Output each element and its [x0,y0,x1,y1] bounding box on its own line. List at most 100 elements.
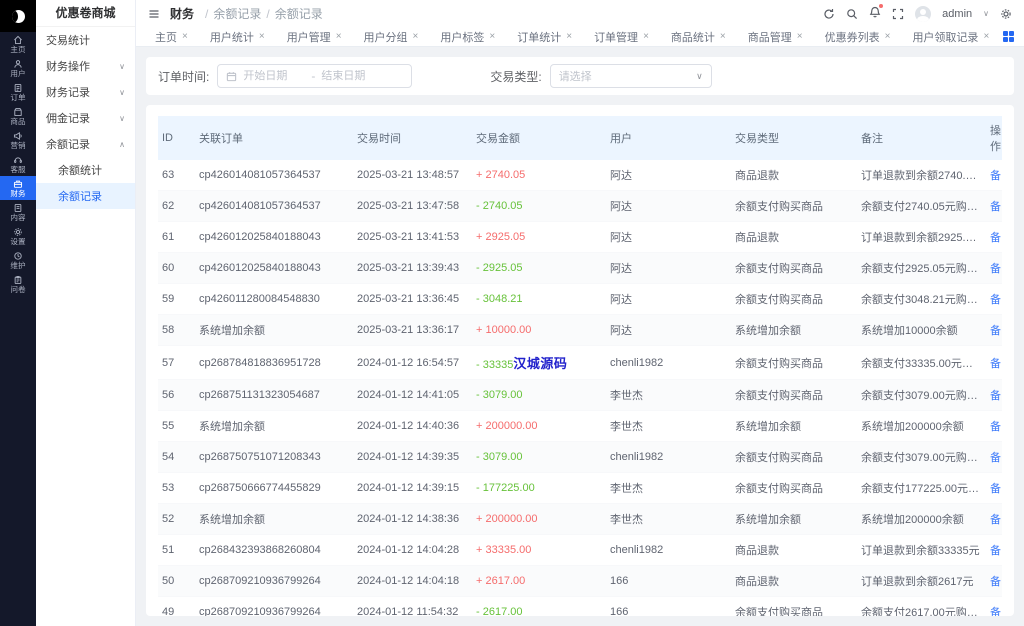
refresh-icon[interactable] [823,8,835,20]
tab-用户分组[interactable]: 用户分组× [355,27,428,47]
tab-主页[interactable]: 主页× [146,27,197,47]
tab-label: 订单管理 [594,29,638,45]
hamburger-icon[interactable] [148,8,160,20]
sidebar-item-settings[interactable]: 设置 [0,224,36,248]
close-icon[interactable]: × [643,31,649,42]
cell-time: 2025-03-21 13:36:17 [353,315,472,346]
close-icon[interactable]: × [720,31,726,42]
cell-order: 系统增加余额 [195,411,353,442]
close-icon[interactable]: × [885,31,891,42]
chevron-down-icon[interactable]: ∨ [983,9,989,18]
submenu-item[interactable]: 余额统计 [36,157,135,183]
close-icon[interactable]: × [336,31,342,42]
submenu-item[interactable]: 财务记录∨ [36,79,135,105]
remark-link[interactable]: 备注 [990,358,1002,370]
fullscreen-icon[interactable] [892,8,904,20]
secondary-nav: 交易统计财务操作∨财务记录∨佣金记录∨余额记录∧余额统计余额记录 [36,27,135,209]
survey-icon [13,275,23,285]
close-icon[interactable]: × [259,31,265,42]
chevron-down-icon: ∨ [119,88,125,97]
tab-bar: 主页×用户统计×用户管理×用户分组×用户标签×订单统计×订单管理×商品统计×商品… [136,27,1024,47]
cell-order: cp268750666774455829 [195,473,353,504]
user-avatar[interactable] [915,6,931,22]
amount-value: + 10000.00 [476,324,531,336]
remark-link[interactable]: 备注 [990,607,1002,616]
tab-优惠券列表[interactable]: 优惠券列表 × [816,27,900,47]
cell-id: 55 [158,411,195,442]
submenu-item[interactable]: 佣金记录∨ [36,105,135,131]
close-icon[interactable]: × [182,31,188,42]
username[interactable]: admin [942,8,972,20]
app-logo[interactable] [0,0,36,32]
sidebar-item-marketing[interactable]: 营销 [0,128,36,152]
submenu-item[interactable]: 交易统计 [36,27,135,53]
notifications-bell-icon[interactable] [869,6,881,21]
tab-商品管理[interactable]: 商品管理× [739,27,812,47]
close-icon[interactable]: × [413,31,419,42]
remark-link[interactable]: 备注 [990,452,1002,464]
remark-link[interactable]: 备注 [990,545,1002,557]
cell-order: cp426012025840188043 [195,253,353,284]
tab-layout-grid-icon[interactable] [1003,31,1014,42]
tab-label: 优惠券列表 [825,29,880,45]
cell-time: 2025-03-21 13:36:45 [353,284,472,315]
remark-link[interactable]: 备注 [990,514,1002,526]
sidebar-item-content[interactable]: 内容 [0,200,36,224]
sidebar-item-maintain[interactable]: 维护 [0,248,36,272]
sidebar-item-orders[interactable]: 订单 [0,80,36,104]
tab-用户标签[interactable]: 用户标签× [431,27,504,47]
remark-link[interactable]: 备注 [990,390,1002,402]
remark-link[interactable]: 备注 [990,263,1002,275]
logo-moon-icon [12,10,25,23]
submenu-item[interactable]: 余额记录∧ [36,131,135,157]
tab-label: 用户统计 [210,29,254,45]
cell-remark: 余额支付3079.00元购买商品 [857,380,986,411]
table-row: 50cp2687092109367992642024-01-12 14:04:1… [158,566,1002,597]
submenu-item[interactable]: 财务操作∨ [36,53,135,79]
trade-type-select[interactable]: 请选择 ∨ [550,64,712,88]
tab-用户统计[interactable]: 用户统计 × [201,27,274,47]
remark-link[interactable]: 备注 [990,483,1002,495]
amount-value: - 2617.00 [476,606,522,616]
cell-order: 系统增加余额 [195,504,353,535]
cell-time: 2024-01-12 14:04:18 [353,566,472,597]
cell-remark: 余额支付2617.00元购买商品 [857,597,986,617]
sidebar-item-service[interactable]: 客服 [0,152,36,176]
sidebar-item-home[interactable]: 主页 [0,32,36,56]
remark-link[interactable]: 备注 [990,325,1002,337]
sidebar-item-survey[interactable]: 问卷 [0,272,36,296]
gear-icon[interactable] [1000,8,1012,20]
date-range-input[interactable]: - [217,64,412,88]
sidebar-item-goods[interactable]: 商品 [0,104,36,128]
close-icon[interactable]: × [566,31,572,42]
start-date-input[interactable] [243,70,305,82]
remark-link[interactable]: 备注 [990,170,1002,182]
remark-link[interactable]: 备注 [990,576,1002,588]
sidebar-item-users[interactable]: 用户 [0,56,36,80]
remark-link[interactable]: 备注 [990,201,1002,213]
breadcrumb-parent[interactable]: 余额记录 [213,5,261,22]
breadcrumb-root[interactable]: 财务 [170,5,194,22]
sidebar-item-finance[interactable]: 财务 [0,176,36,200]
close-icon[interactable]: × [797,31,803,42]
remark-link[interactable]: 备注 [990,294,1002,306]
remark-link[interactable]: 备注 [990,421,1002,433]
cell-id: 60 [158,253,195,284]
search-icon[interactable] [846,8,858,20]
close-icon[interactable]: × [489,31,495,42]
end-date-input[interactable] [321,70,383,82]
submenu-item-label: 佣金记录 [46,110,119,126]
sidebar-item-label: 主页 [10,45,25,54]
close-icon[interactable]: × [983,31,989,42]
tab-订单统计[interactable]: 订单统计× [508,27,581,47]
cell-amount: - 3048.21 [472,284,606,315]
cell-remark: 订单退款到余额2617元 [857,566,986,597]
primary-sidebar: 主页用户订单商品营销客服财务内容设置维护问卷 [0,0,36,626]
tab-订单管理[interactable]: 订单管理 × [585,27,658,47]
tab-商品统计[interactable]: 商品统计× [662,27,735,47]
submenu-item[interactable]: 余额记录 [36,183,135,209]
remark-link[interactable]: 备注 [990,232,1002,244]
tab-用户领取记录[interactable]: 用户领取记录× [903,27,998,47]
tab-用户管理[interactable]: 用户管理× [278,27,351,47]
cell-action: 备注 [986,597,1002,617]
